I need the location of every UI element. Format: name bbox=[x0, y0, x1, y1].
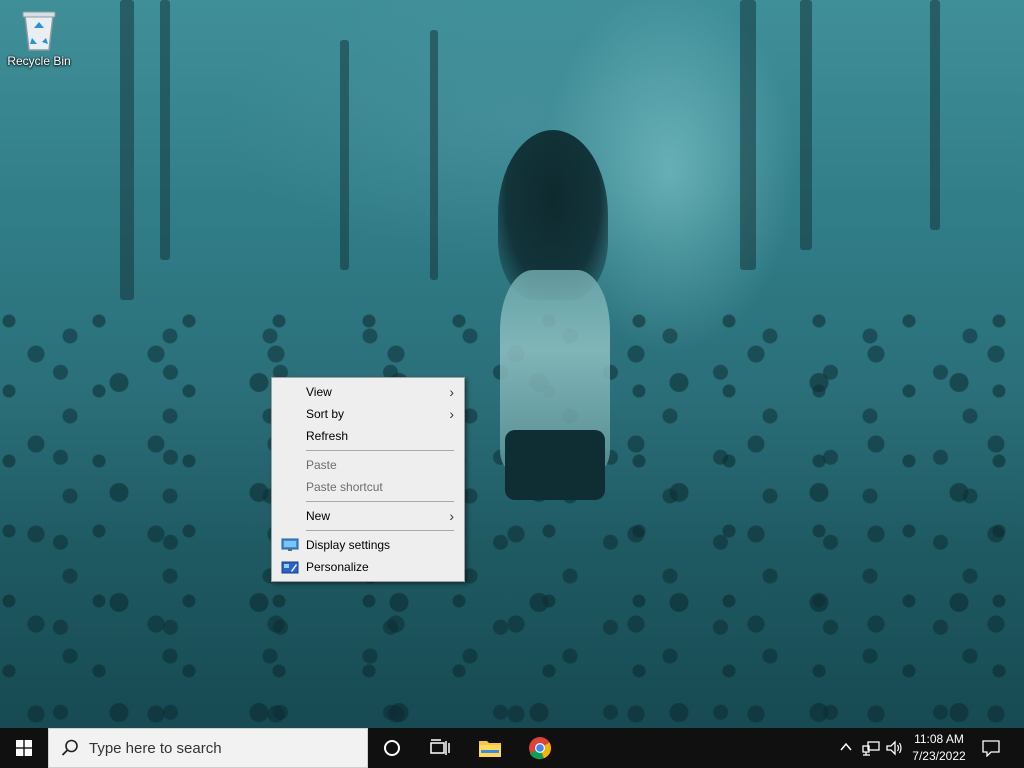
network-icon[interactable] bbox=[862, 740, 880, 756]
chrome-icon bbox=[529, 737, 551, 760]
wallpaper-tree bbox=[740, 0, 756, 270]
search-icon bbox=[61, 739, 78, 756]
wallpaper-figure-shadow bbox=[505, 430, 605, 500]
cortana-icon bbox=[384, 740, 400, 756]
notifications-icon[interactable] bbox=[982, 739, 1000, 757]
task-view-button[interactable] bbox=[416, 728, 464, 768]
volume-icon[interactable] bbox=[886, 740, 904, 756]
menu-item-label: Refresh bbox=[306, 429, 349, 443]
menu-item-display-settings[interactable]: Display settings bbox=[272, 534, 464, 556]
menu-item-label: Display settings bbox=[306, 538, 391, 552]
task-view-icon bbox=[430, 739, 450, 755]
search-placeholder: Type here to search bbox=[89, 740, 222, 757]
menu-item-view[interactable]: View › bbox=[272, 381, 464, 403]
menu-item-sort-by[interactable]: Sort by › bbox=[272, 403, 464, 425]
menu-item-personalize[interactable]: Personalize bbox=[272, 556, 464, 578]
file-explorer-button[interactable] bbox=[466, 728, 514, 768]
chrome-button[interactable] bbox=[516, 728, 564, 768]
chevron-up-icon[interactable] bbox=[839, 740, 853, 754]
menu-item-new[interactable]: New › bbox=[272, 505, 464, 527]
desktop-icon-label: Recycle Bin bbox=[7, 54, 71, 68]
desktop-context-menu: View › Sort by › Refresh Paste Paste sho… bbox=[271, 377, 465, 582]
menu-item-label: Personalize bbox=[306, 560, 369, 574]
personalize-icon bbox=[281, 561, 299, 574]
menu-item-paste: Paste bbox=[272, 454, 464, 476]
wallpaper-tree bbox=[930, 0, 940, 230]
display-icon bbox=[281, 538, 299, 551]
wallpaper-tree bbox=[800, 0, 812, 250]
menu-item-refresh[interactable]: Refresh bbox=[272, 425, 464, 447]
menu-item-label: Paste bbox=[306, 458, 337, 472]
menu-item-label: View bbox=[306, 385, 332, 399]
menu-item-paste-shortcut: Paste shortcut bbox=[272, 476, 464, 498]
desktop[interactable]: Recycle Bin View › Sort by › Refresh Pas… bbox=[0, 0, 1024, 728]
taskbar: Type here to search 11:08 AM 7/23/2022 bbox=[0, 728, 1024, 768]
wallpaper-tree bbox=[160, 0, 170, 260]
menu-separator bbox=[306, 450, 454, 451]
wallpaper-tree bbox=[120, 0, 134, 300]
menu-separator bbox=[306, 501, 454, 502]
menu-item-label: Paste shortcut bbox=[306, 480, 383, 494]
menu-separator bbox=[306, 530, 454, 531]
chevron-right-icon: › bbox=[449, 384, 454, 400]
clock-time: 11:08 AM bbox=[914, 732, 964, 746]
taskbar-search-box[interactable]: Type here to search bbox=[48, 728, 368, 768]
chevron-right-icon: › bbox=[449, 508, 454, 524]
menu-item-label: New bbox=[306, 509, 331, 523]
windows-logo-icon bbox=[16, 740, 32, 756]
chevron-right-icon: › bbox=[449, 406, 454, 422]
desktop-icon-recycle-bin[interactable]: Recycle Bin bbox=[4, 6, 74, 76]
menu-item-label: Sort by bbox=[306, 407, 345, 421]
taskbar-clock[interactable]: 11:08 AM 7/23/2022 bbox=[906, 731, 972, 765]
recycle-bin-icon bbox=[22, 11, 56, 51]
start-button[interactable] bbox=[0, 728, 48, 768]
folder-icon bbox=[479, 741, 501, 757]
wallpaper-tree bbox=[430, 30, 438, 280]
wallpaper-tree bbox=[340, 40, 349, 270]
clock-date: 7/23/2022 bbox=[912, 749, 966, 763]
cortana-button[interactable] bbox=[368, 728, 416, 768]
